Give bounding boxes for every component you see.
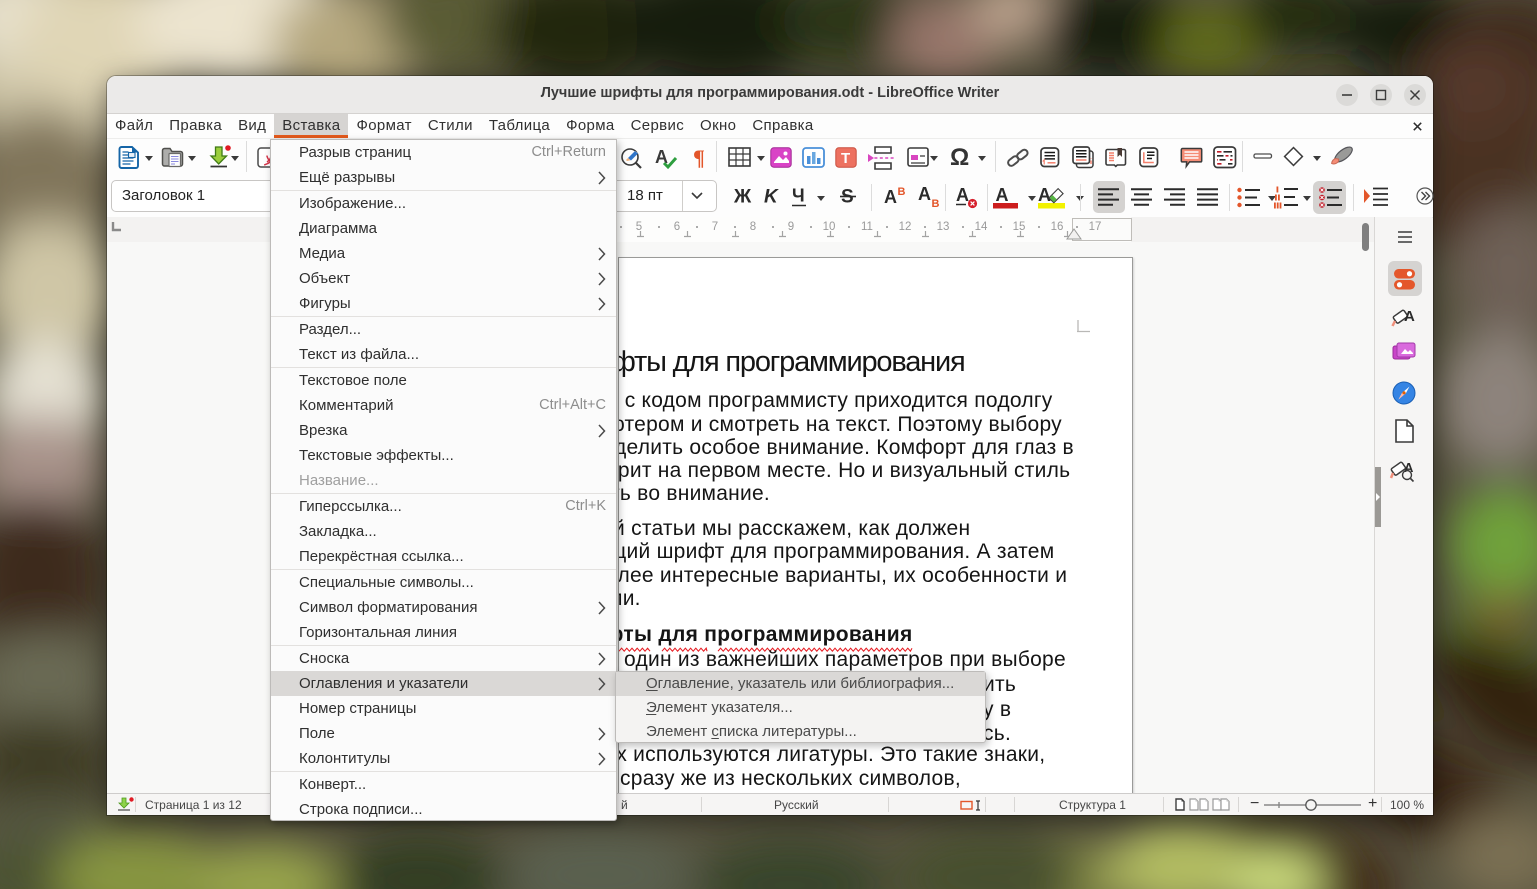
svg-text:A: A [996, 185, 1009, 205]
svg-text:Ч: Ч [792, 186, 805, 206]
svg-text:Ω: Ω [950, 146, 969, 169]
svg-text:A: A [956, 185, 969, 205]
svg-text:A: A [918, 185, 931, 204]
svg-text:Ж: Ж [734, 187, 752, 207]
svg-text:¶: ¶ [693, 147, 705, 169]
svg-text:A: A [884, 187, 897, 207]
svg-text:K: K [764, 187, 779, 207]
svg-text:B: B [898, 186, 906, 198]
svg-text:A: A [1038, 185, 1051, 205]
svg-text:A: A [1404, 460, 1414, 475]
svg-text:T: T [841, 150, 850, 167]
svg-text:A: A [1404, 308, 1415, 325]
svg-text:B: B [932, 198, 940, 209]
